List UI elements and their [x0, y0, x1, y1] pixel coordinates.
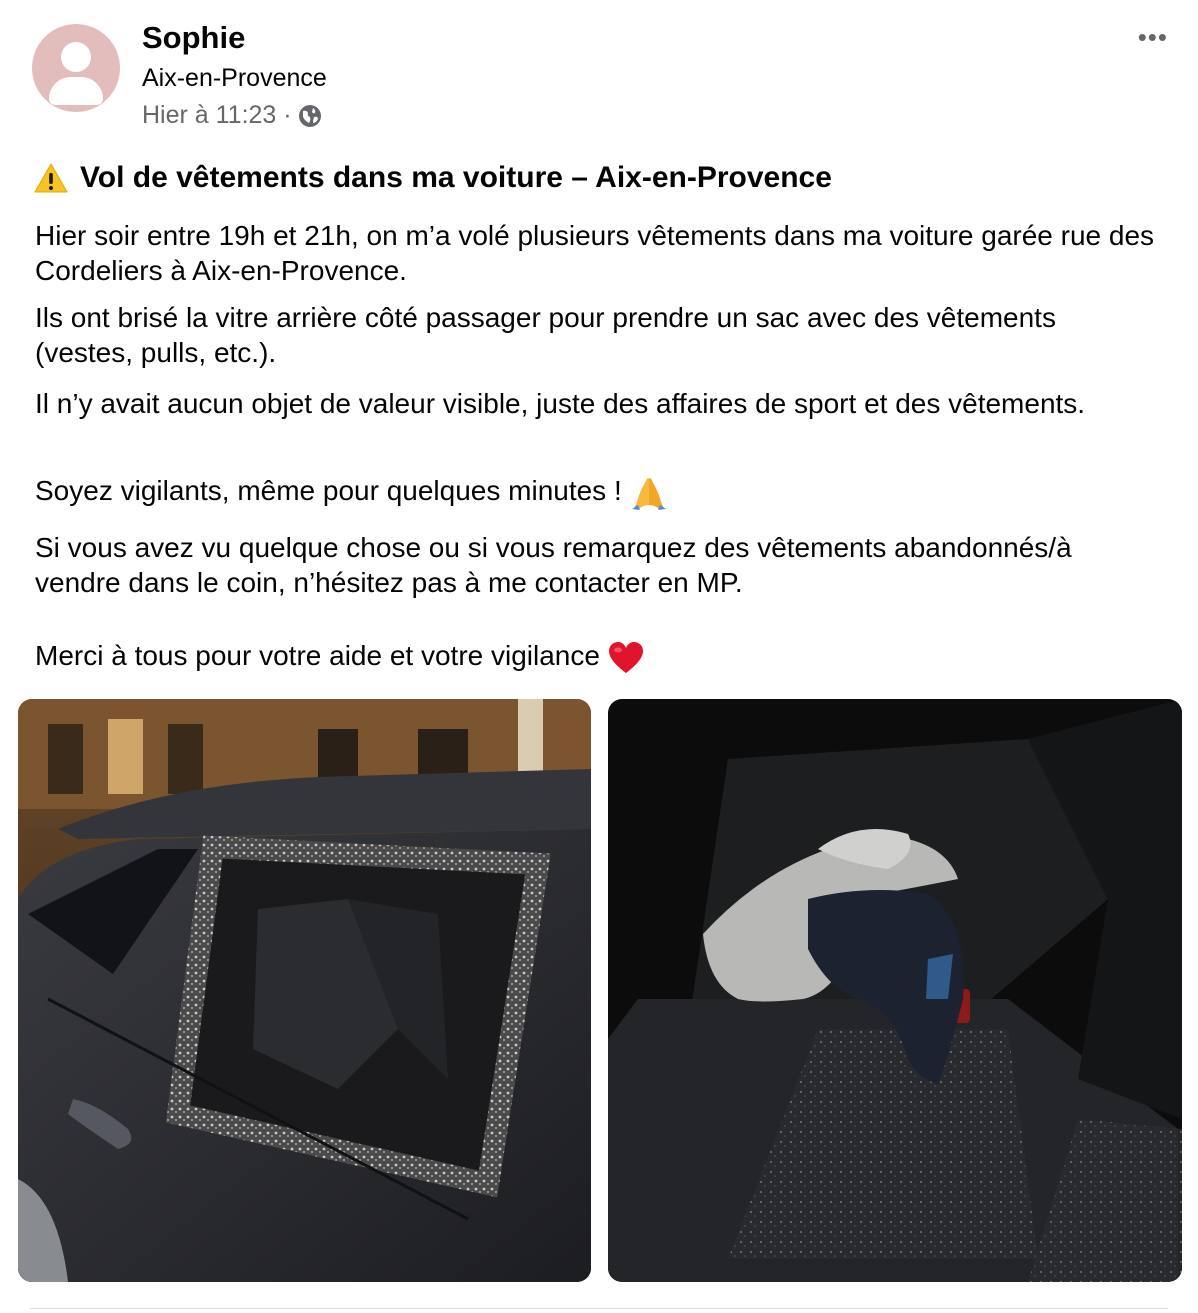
author-name[interactable]: Sophie: [142, 20, 245, 56]
avatar[interactable]: [32, 24, 120, 112]
warning-icon: [34, 163, 68, 193]
praying-hands-icon: [631, 477, 666, 510]
post-meta: Hier à 11:23 ·: [142, 101, 322, 130]
post-paragraph-text: Merci à tous pour votre aide et votre vi…: [35, 640, 600, 671]
post-title: Vol de vêtements dans ma voiture – Aix-e…: [34, 161, 832, 195]
post-paragraph-6: Merci à tous pour votre aide et votre vi…: [35, 638, 1155, 675]
car-broken-window-image: [18, 699, 591, 1282]
globe-icon: [298, 104, 321, 127]
post-paragraph-text: Soyez vigilants, même pour quelques minu…: [35, 475, 622, 506]
car-broken-window-photo[interactable]: [18, 699, 591, 1282]
post-timestamp[interactable]: Hier à 11:23 ·: [142, 101, 292, 130]
post-paragraph: Hier soir entre 19h et 21h, on m’a volé …: [35, 220, 1155, 286]
avatar-body: [49, 77, 103, 105]
post-title-text: Vol de vêtements dans ma voiture – Aix-e…: [80, 161, 832, 194]
post-paragraph-4: Soyez vigilants, même pour quelques minu…: [35, 473, 1155, 511]
red-heart-icon: [608, 641, 643, 673]
facebook-post: Sophie Aix-en-Provence Hier à 11:23 · ••…: [0, 0, 1198, 1313]
post-paragraph: Il n’y avait aucun objet de valeur visib…: [35, 388, 1086, 419]
author-location[interactable]: Aix-en-Provence: [142, 64, 327, 93]
post-paragraph: Si vous avez vu quelque chose ou si vous…: [35, 532, 1072, 598]
post-divider: [30, 1308, 1168, 1309]
avatar-head: [61, 42, 91, 72]
car-back-seat-image: [608, 699, 1182, 1282]
car-back-seat-photo[interactable]: [608, 699, 1182, 1282]
post-paragraph: Ils ont brisé la vitre arrière côté pass…: [35, 302, 1056, 368]
more-options-button[interactable]: •••: [1138, 22, 1168, 53]
